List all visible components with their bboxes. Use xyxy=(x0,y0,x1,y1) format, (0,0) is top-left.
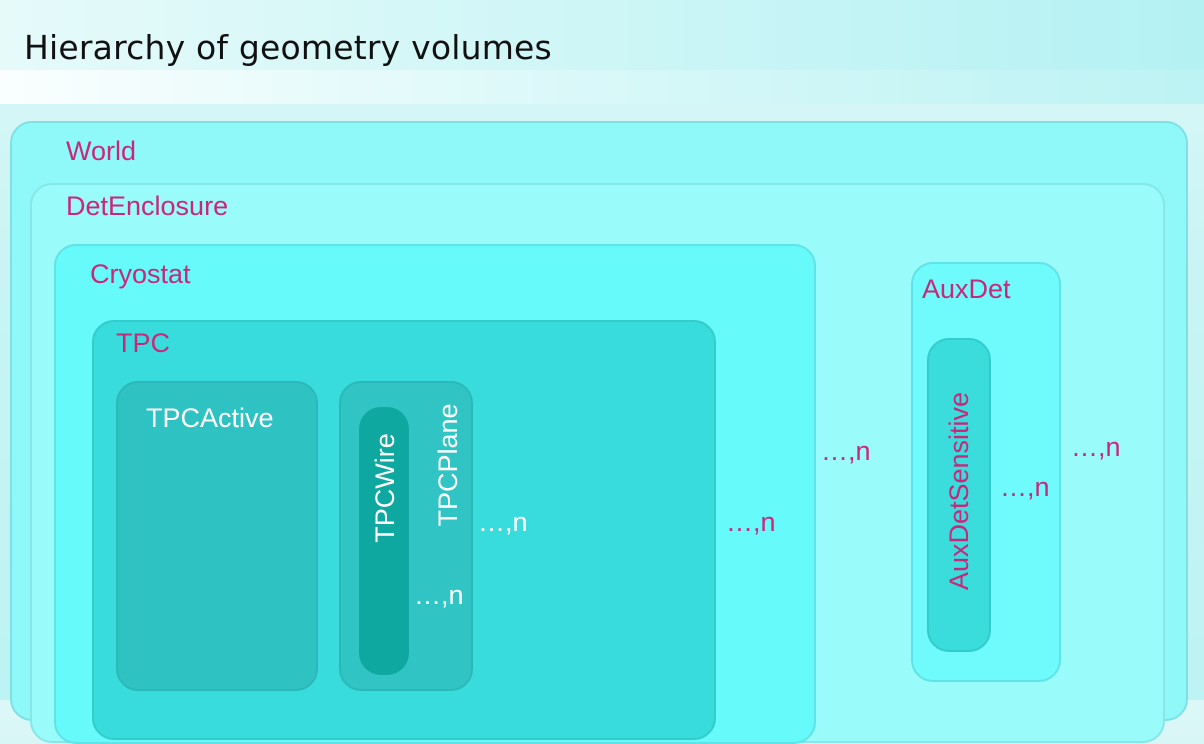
cryostat-multiplicity: …,n xyxy=(821,436,871,466)
tpc-multiplicity: …,n xyxy=(726,507,776,537)
tpc-label: TPC xyxy=(116,328,170,358)
aux-det-sensitive-multiplicity: …,n xyxy=(1000,472,1050,502)
cryostat-label: Cryostat xyxy=(90,259,191,289)
world-label: World xyxy=(66,136,137,166)
det-enclosure-label: DetEnclosure xyxy=(66,191,229,221)
tpc-wire-multiplicity: …,n xyxy=(414,580,464,610)
tpc-plane-label: TPCPlane xyxy=(433,403,463,527)
tpc-plane-multiplicity: …,n xyxy=(478,507,528,537)
title-strip xyxy=(0,70,1204,104)
tpc-active-label: TPCActive xyxy=(146,403,274,433)
page-title: Hierarchy of geometry volumes xyxy=(24,28,552,67)
aux-det-label: AuxDet xyxy=(922,274,1011,304)
aux-det-sensitive-label: AuxDetSensitive xyxy=(944,391,974,591)
aux-det-multiplicity: …,n xyxy=(1071,432,1121,462)
tpc-wire-label: TPCWire xyxy=(370,433,400,543)
